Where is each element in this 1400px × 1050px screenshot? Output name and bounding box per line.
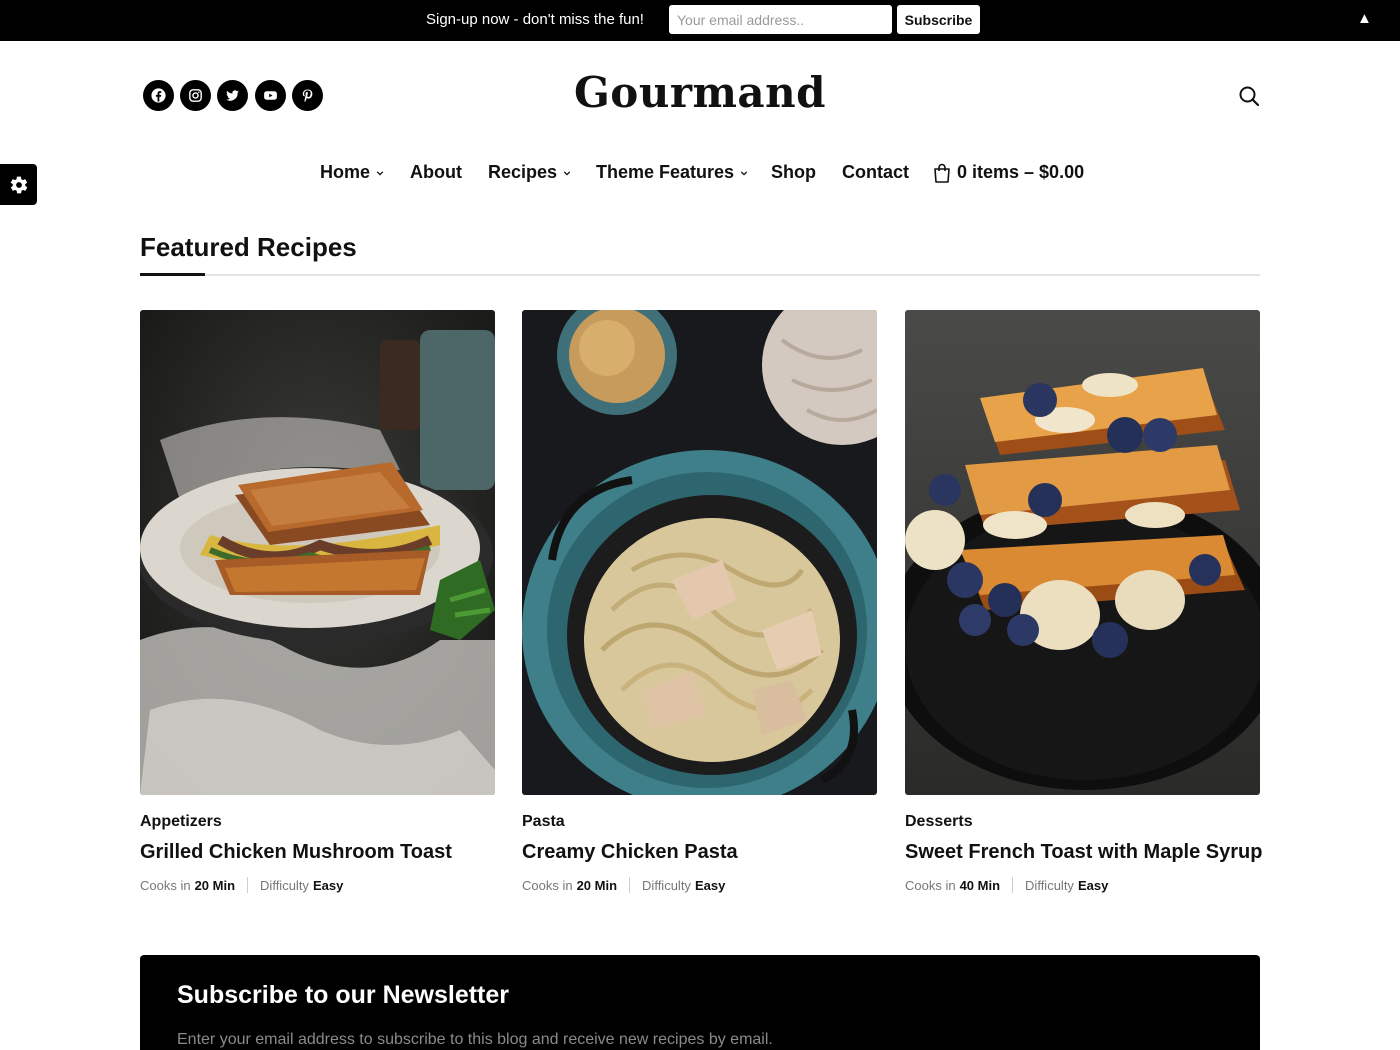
recipe-title[interactable]: Creamy Chicken Pasta — [522, 841, 877, 864]
newsletter-description: Enter your email address to subscribe to… — [177, 1031, 773, 1048]
recipe-meta: Cooks in 20 Min Difficulty Easy — [140, 877, 495, 893]
settings-gear-icon[interactable] — [0, 164, 37, 205]
recipe-image-pasta[interactable] — [522, 310, 877, 795]
recipe-category[interactable]: Desserts — [905, 813, 1260, 831]
section-title: Featured Recipes — [140, 232, 357, 262]
facebook-icon[interactable] — [143, 80, 174, 111]
recipe-card: Pasta Creamy Chicken Pasta Cooks in 20 M… — [522, 310, 877, 893]
meta-divider — [1012, 877, 1014, 893]
recipe-title[interactable]: Sweet French Toast with Maple Syrup — [905, 841, 1262, 864]
chevron-down-icon — [563, 170, 571, 176]
nav-item-label: Theme Features — [596, 162, 735, 182]
section-divider — [140, 274, 1260, 276]
youtube-icon[interactable] — [255, 80, 286, 111]
twitter-icon[interactable] — [217, 80, 248, 111]
nav-item-label: Shop — [771, 162, 816, 182]
signup-bar: Sign-up now - don't miss the fun! Subscr… — [0, 0, 1400, 41]
recipe-image-french-toast[interactable] — [905, 310, 1260, 795]
nav-item-label: Contact — [842, 162, 909, 182]
recipe-image-toast[interactable] — [140, 310, 495, 795]
signup-subscribe-button[interactable]: Subscribe — [897, 5, 980, 34]
nav-item-theme-features[interactable]: Theme Features — [596, 162, 748, 183]
nav-item-label: About — [410, 162, 462, 182]
collapse-bar-icon[interactable]: ▲ — [1357, 10, 1372, 27]
difficulty-value: Easy — [312, 877, 344, 893]
recipe-category[interactable]: Pasta — [522, 813, 877, 831]
cook-time-label: Cooks in — [140, 877, 191, 893]
nav-item-label: Recipes — [488, 162, 558, 182]
chevron-down-icon — [740, 170, 748, 176]
nav-item-about[interactable]: About — [410, 162, 462, 183]
nav-item-home[interactable]: Home — [320, 162, 384, 183]
pinterest-icon[interactable] — [292, 80, 323, 111]
nav-item-shop[interactable]: Shop — [771, 162, 816, 183]
nav-item-recipes[interactable]: Recipes — [488, 162, 571, 183]
cook-time-value: 40 Min — [959, 877, 1001, 893]
cook-time-label: Cooks in — [905, 877, 956, 893]
signup-email-input[interactable] — [669, 5, 892, 34]
difficulty-label: Difficulty — [260, 877, 309, 893]
nav-item-contact[interactable]: Contact — [842, 162, 909, 183]
cook-time-value: 20 Min — [194, 877, 236, 893]
recipe-card: Desserts Sweet French Toast with Maple S… — [905, 310, 1262, 893]
shopping-bag-icon — [934, 163, 950, 183]
meta-divider — [247, 877, 249, 893]
nav-cart[interactable]: 0 items – $0.00 — [933, 162, 1084, 183]
difficulty-value: Easy — [1077, 877, 1109, 893]
cart-summary: 0 items – $0.00 — [957, 162, 1085, 182]
newsletter-title: Subscribe to our Newsletter — [177, 981, 510, 1009]
recipe-card: Appetizers Grilled Chicken Mushroom Toas… — [140, 310, 495, 893]
cook-time-label: Cooks in — [522, 877, 573, 893]
site-logo[interactable]: Gourmand — [540, 68, 860, 117]
search-icon[interactable] — [1237, 84, 1261, 108]
chevron-down-icon — [376, 170, 384, 176]
recipe-category[interactable]: Appetizers — [140, 813, 495, 831]
difficulty-label: Difficulty — [642, 877, 691, 893]
newsletter-section: Subscribe to our Newsletter Enter your e… — [140, 955, 1260, 1050]
recipe-meta: Cooks in 20 Min Difficulty Easy — [522, 877, 877, 893]
section-divider-accent — [140, 273, 205, 276]
instagram-icon[interactable] — [180, 80, 211, 111]
recipe-title[interactable]: Grilled Chicken Mushroom Toast — [140, 841, 495, 864]
nav-item-label: Home — [320, 162, 371, 182]
difficulty-value: Easy — [694, 877, 726, 893]
meta-divider — [629, 877, 631, 893]
cook-time-value: 20 Min — [576, 877, 618, 893]
recipe-meta: Cooks in 40 Min Difficulty Easy — [905, 877, 1260, 893]
signup-bar-text: Sign-up now - don't miss the fun! — [426, 11, 644, 28]
difficulty-label: Difficulty — [1025, 877, 1074, 893]
